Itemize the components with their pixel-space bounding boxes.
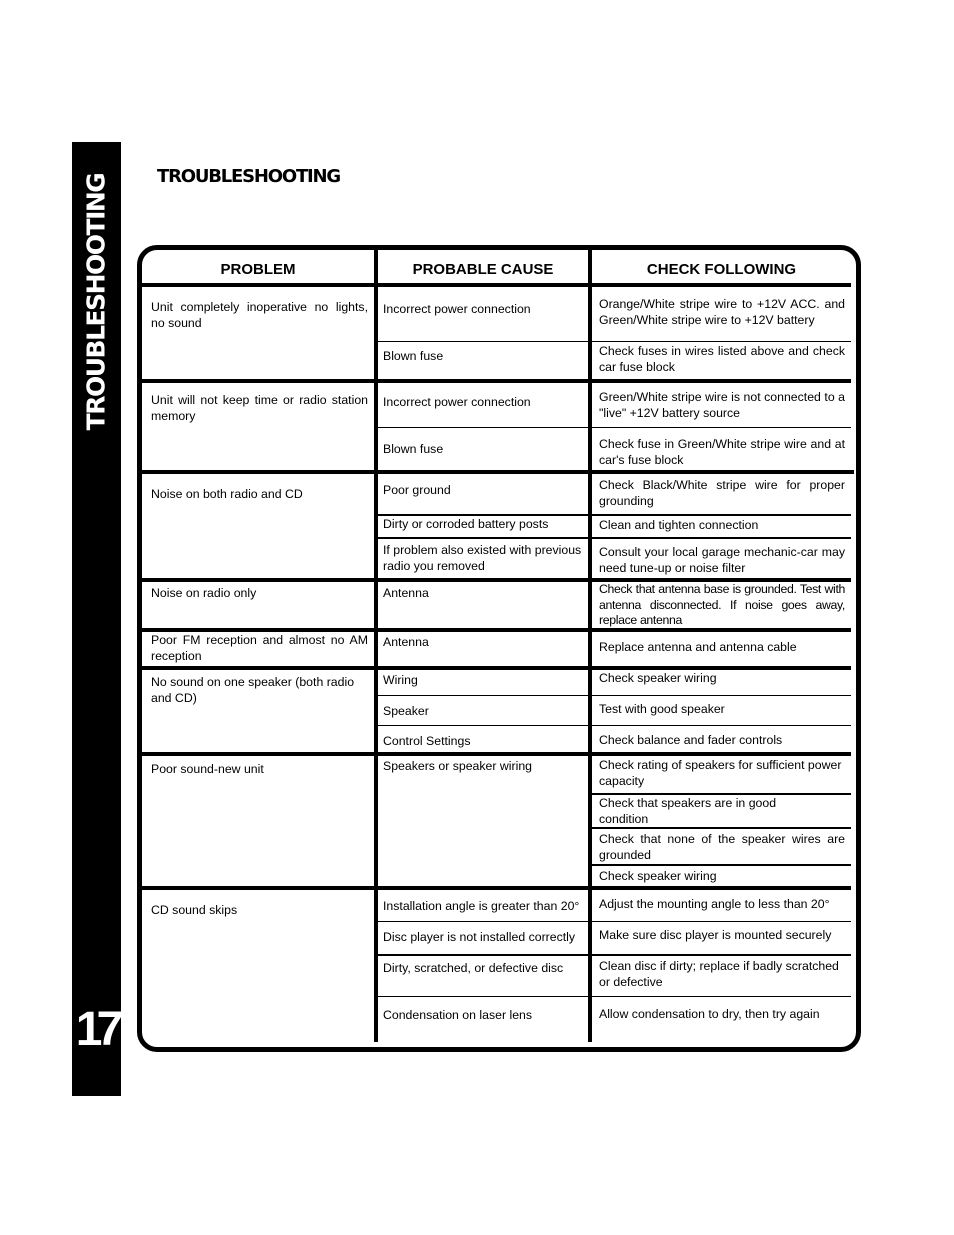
check-cell: Replace antenna and antenna cable (599, 640, 797, 654)
row-divider (378, 954, 851, 956)
check-cell: Test with good speaker (599, 702, 725, 716)
row-divider (378, 427, 851, 428)
cause-cell: Poor ground (383, 483, 451, 497)
cause-cell: If problem also existed with previous ra… (383, 543, 582, 573)
header-problem: PROBLEM (220, 261, 296, 278)
check-cell: Check speaker wiring (599, 671, 717, 685)
page-number: 17 (75, 1003, 123, 1056)
cause-cell: Incorrect power connection (383, 395, 531, 409)
cause-cell: Dirty, scratched, or defective disc (383, 961, 564, 975)
check-cell: Check speaker wiring (599, 869, 717, 883)
problem-cell: Unit completely inoperative no lights, n… (151, 300, 368, 330)
cause-cell: Disc player is not installed correctly (383, 930, 576, 944)
row-divider (378, 537, 851, 539)
group-divider (142, 470, 854, 474)
group-divider (142, 886, 851, 890)
cause-cell: Wiring (383, 673, 418, 687)
cause-cell: Antenna (383, 635, 429, 649)
cause-cell: Condensation on laser lens (383, 1008, 533, 1022)
row-divider (378, 996, 851, 997)
check-cell: Clean disc if dirty; replace if badly sc… (599, 959, 839, 989)
check-cell: Adjust the mounting angle to less than 2… (599, 897, 830, 911)
cause-cell: Antenna (383, 586, 429, 600)
row-divider (592, 827, 851, 829)
row-divider (378, 725, 851, 726)
check-cell: Allow condensation to dry, then try agai… (599, 1007, 820, 1021)
check-cell: Check fuse in Green/White stripe wire an… (599, 437, 845, 467)
sidebar-section-title: TROUBLESHOOTING (81, 173, 111, 431)
problem-cell: Noise on both radio and CD (151, 487, 303, 501)
cause-cell: Speaker (383, 704, 429, 718)
cause-cell: Incorrect power connection (383, 302, 531, 316)
problem-cell: No sound on one speaker (both radio and … (151, 675, 355, 705)
row-divider (378, 514, 851, 516)
group-divider (142, 379, 851, 383)
problem-cell: Poor FM reception and almost no AM recep… (151, 633, 368, 663)
check-cell: Check balance and fader controls (599, 733, 783, 747)
check-cell: Check Black/White stripe wire for proper… (599, 478, 845, 508)
check-cell: Orange/White stripe wire to +12V ACC. an… (599, 297, 845, 327)
check-cell: Check that none of the speaker wires are… (599, 832, 845, 862)
header-probable-cause: PROBABLE CAUSE (412, 261, 554, 278)
check-cell: Make sure disc player is mounted securel… (599, 928, 832, 942)
check-cell: Check that speakers are in good conditio… (599, 796, 777, 826)
row-divider (592, 793, 851, 795)
group-divider (142, 752, 851, 756)
row-divider (378, 341, 851, 342)
problem-cell: Poor sound-new unit (151, 762, 264, 776)
cause-cell: Speakers or speaker wiring (383, 759, 532, 773)
header-check-following: CHECK FOLLOWING (646, 261, 797, 278)
group-divider (142, 666, 851, 670)
cause-cell: Blown fuse (383, 349, 444, 363)
problem-cell: Noise on radio only (151, 586, 257, 600)
problem-cell: Unit will not keep time or radio station… (151, 393, 368, 423)
group-divider (142, 628, 851, 632)
check-cell: Check fuses in wires listed above and ch… (599, 344, 845, 374)
page-title: TROUBLESHOOTING (157, 166, 341, 187)
cause-cell: Installation angle is greater than 20° (383, 899, 580, 913)
row-divider (378, 695, 851, 696)
row-divider (378, 921, 851, 922)
header-divider (142, 283, 851, 287)
check-cell: Check rating of speakers for sufficient … (599, 758, 842, 788)
problem-cell: CD sound skips (151, 903, 238, 917)
row-divider (592, 864, 851, 866)
check-cell: Green/White stripe wire is not connected… (599, 390, 845, 420)
check-cell: Check that antenna base is grounded. Tes… (599, 582, 845, 627)
cause-cell: Blown fuse (383, 442, 444, 456)
cause-cell: Dirty or corroded battery posts (383, 517, 549, 531)
check-cell: Consult your local garage mechanic-car m… (599, 545, 845, 575)
cause-cell: Control Settings (383, 734, 471, 748)
check-cell: Clean and tighten connection (599, 518, 759, 532)
